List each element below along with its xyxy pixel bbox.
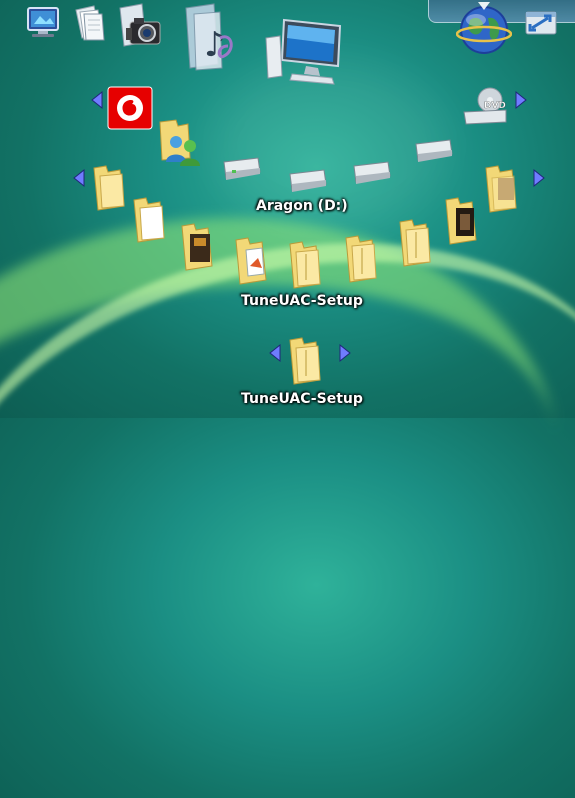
- svg-text:DVD: DVD: [484, 101, 506, 111]
- bottom-folder-label: TuneUAC-Setup: [241, 391, 363, 407]
- window-switch-icon[interactable]: [522, 4, 562, 40]
- folder-icon[interactable]: [232, 236, 272, 286]
- hard-drive-icon[interactable]: [410, 134, 456, 166]
- folder-label: TuneUAC-Setup: [241, 293, 363, 309]
- folder-icon[interactable]: [286, 240, 326, 290]
- right-arrow-icon[interactable]: [532, 168, 546, 188]
- left-arrow-icon[interactable]: [90, 90, 104, 110]
- globe-icon[interactable]: [455, 0, 513, 60]
- folder-icon[interactable]: [178, 222, 218, 272]
- computer-icon[interactable]: [262, 16, 346, 88]
- folder-icon[interactable]: [442, 196, 482, 246]
- right-arrow-icon[interactable]: [514, 90, 528, 110]
- vodafone-icon[interactable]: [106, 85, 154, 131]
- folder-icon[interactable]: [482, 164, 522, 214]
- hard-drive-icon[interactable]: [284, 164, 330, 196]
- folder-icon[interactable]: [396, 218, 436, 268]
- dvd-drive-icon[interactable]: DVD: [460, 86, 510, 128]
- contacts-icon[interactable]: [158, 116, 204, 166]
- left-arrow-icon[interactable]: [268, 343, 282, 363]
- music-icon[interactable]: ♪: [180, 2, 242, 74]
- hard-drive-icon[interactable]: [218, 152, 264, 184]
- folder-icon[interactable]: [286, 336, 326, 386]
- right-arrow-icon[interactable]: [338, 343, 352, 363]
- display-settings-icon[interactable]: [24, 4, 64, 40]
- hard-drive-icon[interactable]: [348, 156, 394, 188]
- svg-text:♪: ♪: [204, 25, 226, 65]
- camera-icon[interactable]: [116, 2, 164, 50]
- documents-icon[interactable]: [70, 2, 110, 44]
- drive-label: Aragon (D:): [256, 198, 348, 214]
- folder-icon[interactable]: [130, 196, 170, 244]
- folder-icon[interactable]: [90, 164, 130, 212]
- folder-icon[interactable]: [342, 234, 382, 284]
- left-arrow-icon[interactable]: [72, 168, 86, 188]
